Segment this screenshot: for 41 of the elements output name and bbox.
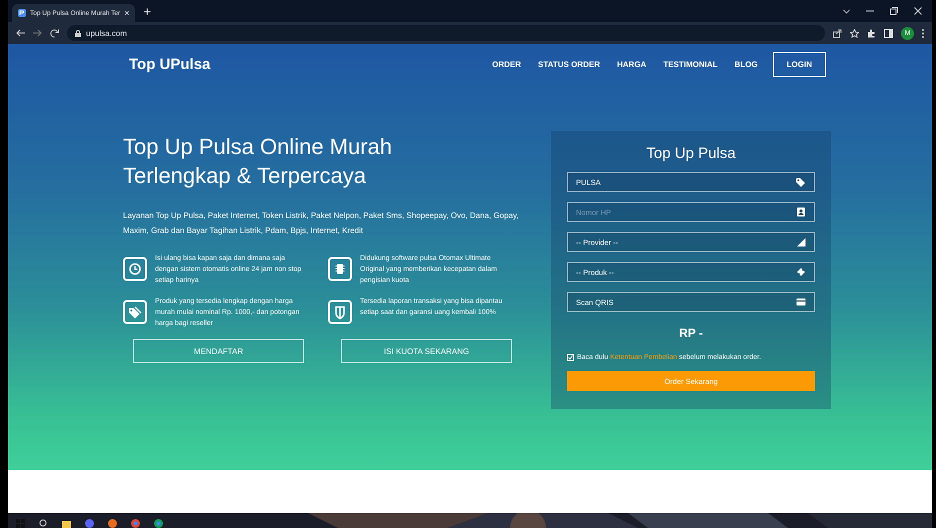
shield-icon <box>328 300 352 324</box>
site-logo[interactable]: Top UPulsa <box>129 56 210 72</box>
check-icon <box>568 355 573 360</box>
site-icon <box>18 9 26 17</box>
minimize-icon[interactable] <box>866 10 874 12</box>
chevron-icon[interactable] <box>843 8 850 14</box>
lock-icon <box>75 30 81 36</box>
login-button[interactable]: LOGIN <box>772 52 826 76</box>
nav-link[interactable]: HARGA <box>616 60 646 68</box>
back-icon[interactable] <box>16 29 25 37</box>
contact-icon <box>796 207 806 217</box>
puzzle-icon[interactable] <box>867 28 876 38</box>
new-tab-button[interactable]: + <box>143 5 152 19</box>
nav-link[interactable]: ORDER <box>492 60 522 68</box>
address-bar[interactable]: upulsa.com <box>67 25 825 41</box>
hero-title: Top Up Pulsa Online Murah <box>123 133 392 161</box>
nav-link[interactable]: BLOG <box>734 60 758 68</box>
restore-icon[interactable] <box>890 7 898 15</box>
search-icon[interactable] <box>39 519 48 528</box>
signal-icon <box>796 237 806 247</box>
price-text: RP - <box>679 326 703 340</box>
ticket-icon <box>796 267 806 277</box>
chip-icon <box>328 257 352 281</box>
star-icon[interactable] <box>850 28 859 38</box>
forward-icon[interactable] <box>33 29 42 37</box>
close-icon[interactable] <box>914 7 922 15</box>
share-icon[interactable] <box>833 28 842 38</box>
folder-icon[interactable] <box>62 519 71 528</box>
hero-description: Layanan Top Up Pulsa, Paket Internet, Token Listrik, Paket Nelpon, Paket Sms, Shopeepay, Ovo, Dana, Gopay, Maxim, Grab dan Bayar Tagihan Listrik, Pdam, Bpjs, Internet, Kredit <box>123 210 520 237</box>
tag-icon <box>123 300 147 324</box>
clock-icon <box>123 257 147 281</box>
sidebar-icon[interactable] <box>884 28 893 38</box>
card-icon <box>796 297 806 307</box>
nav-link[interactable]: STATUS ORDER <box>538 60 600 68</box>
reload-icon[interactable] <box>50 28 59 38</box>
tag-icon <box>796 177 806 187</box>
form-title: Top Up Pulsa <box>646 145 736 162</box>
hero-title: Terlengkap & Terpercaya <box>123 162 366 190</box>
nav-link[interactable]: TESTIMONIAL <box>663 60 718 68</box>
agree-checkbox[interactable] <box>567 354 574 361</box>
close-tab-button[interactable]: × <box>124 8 130 18</box>
